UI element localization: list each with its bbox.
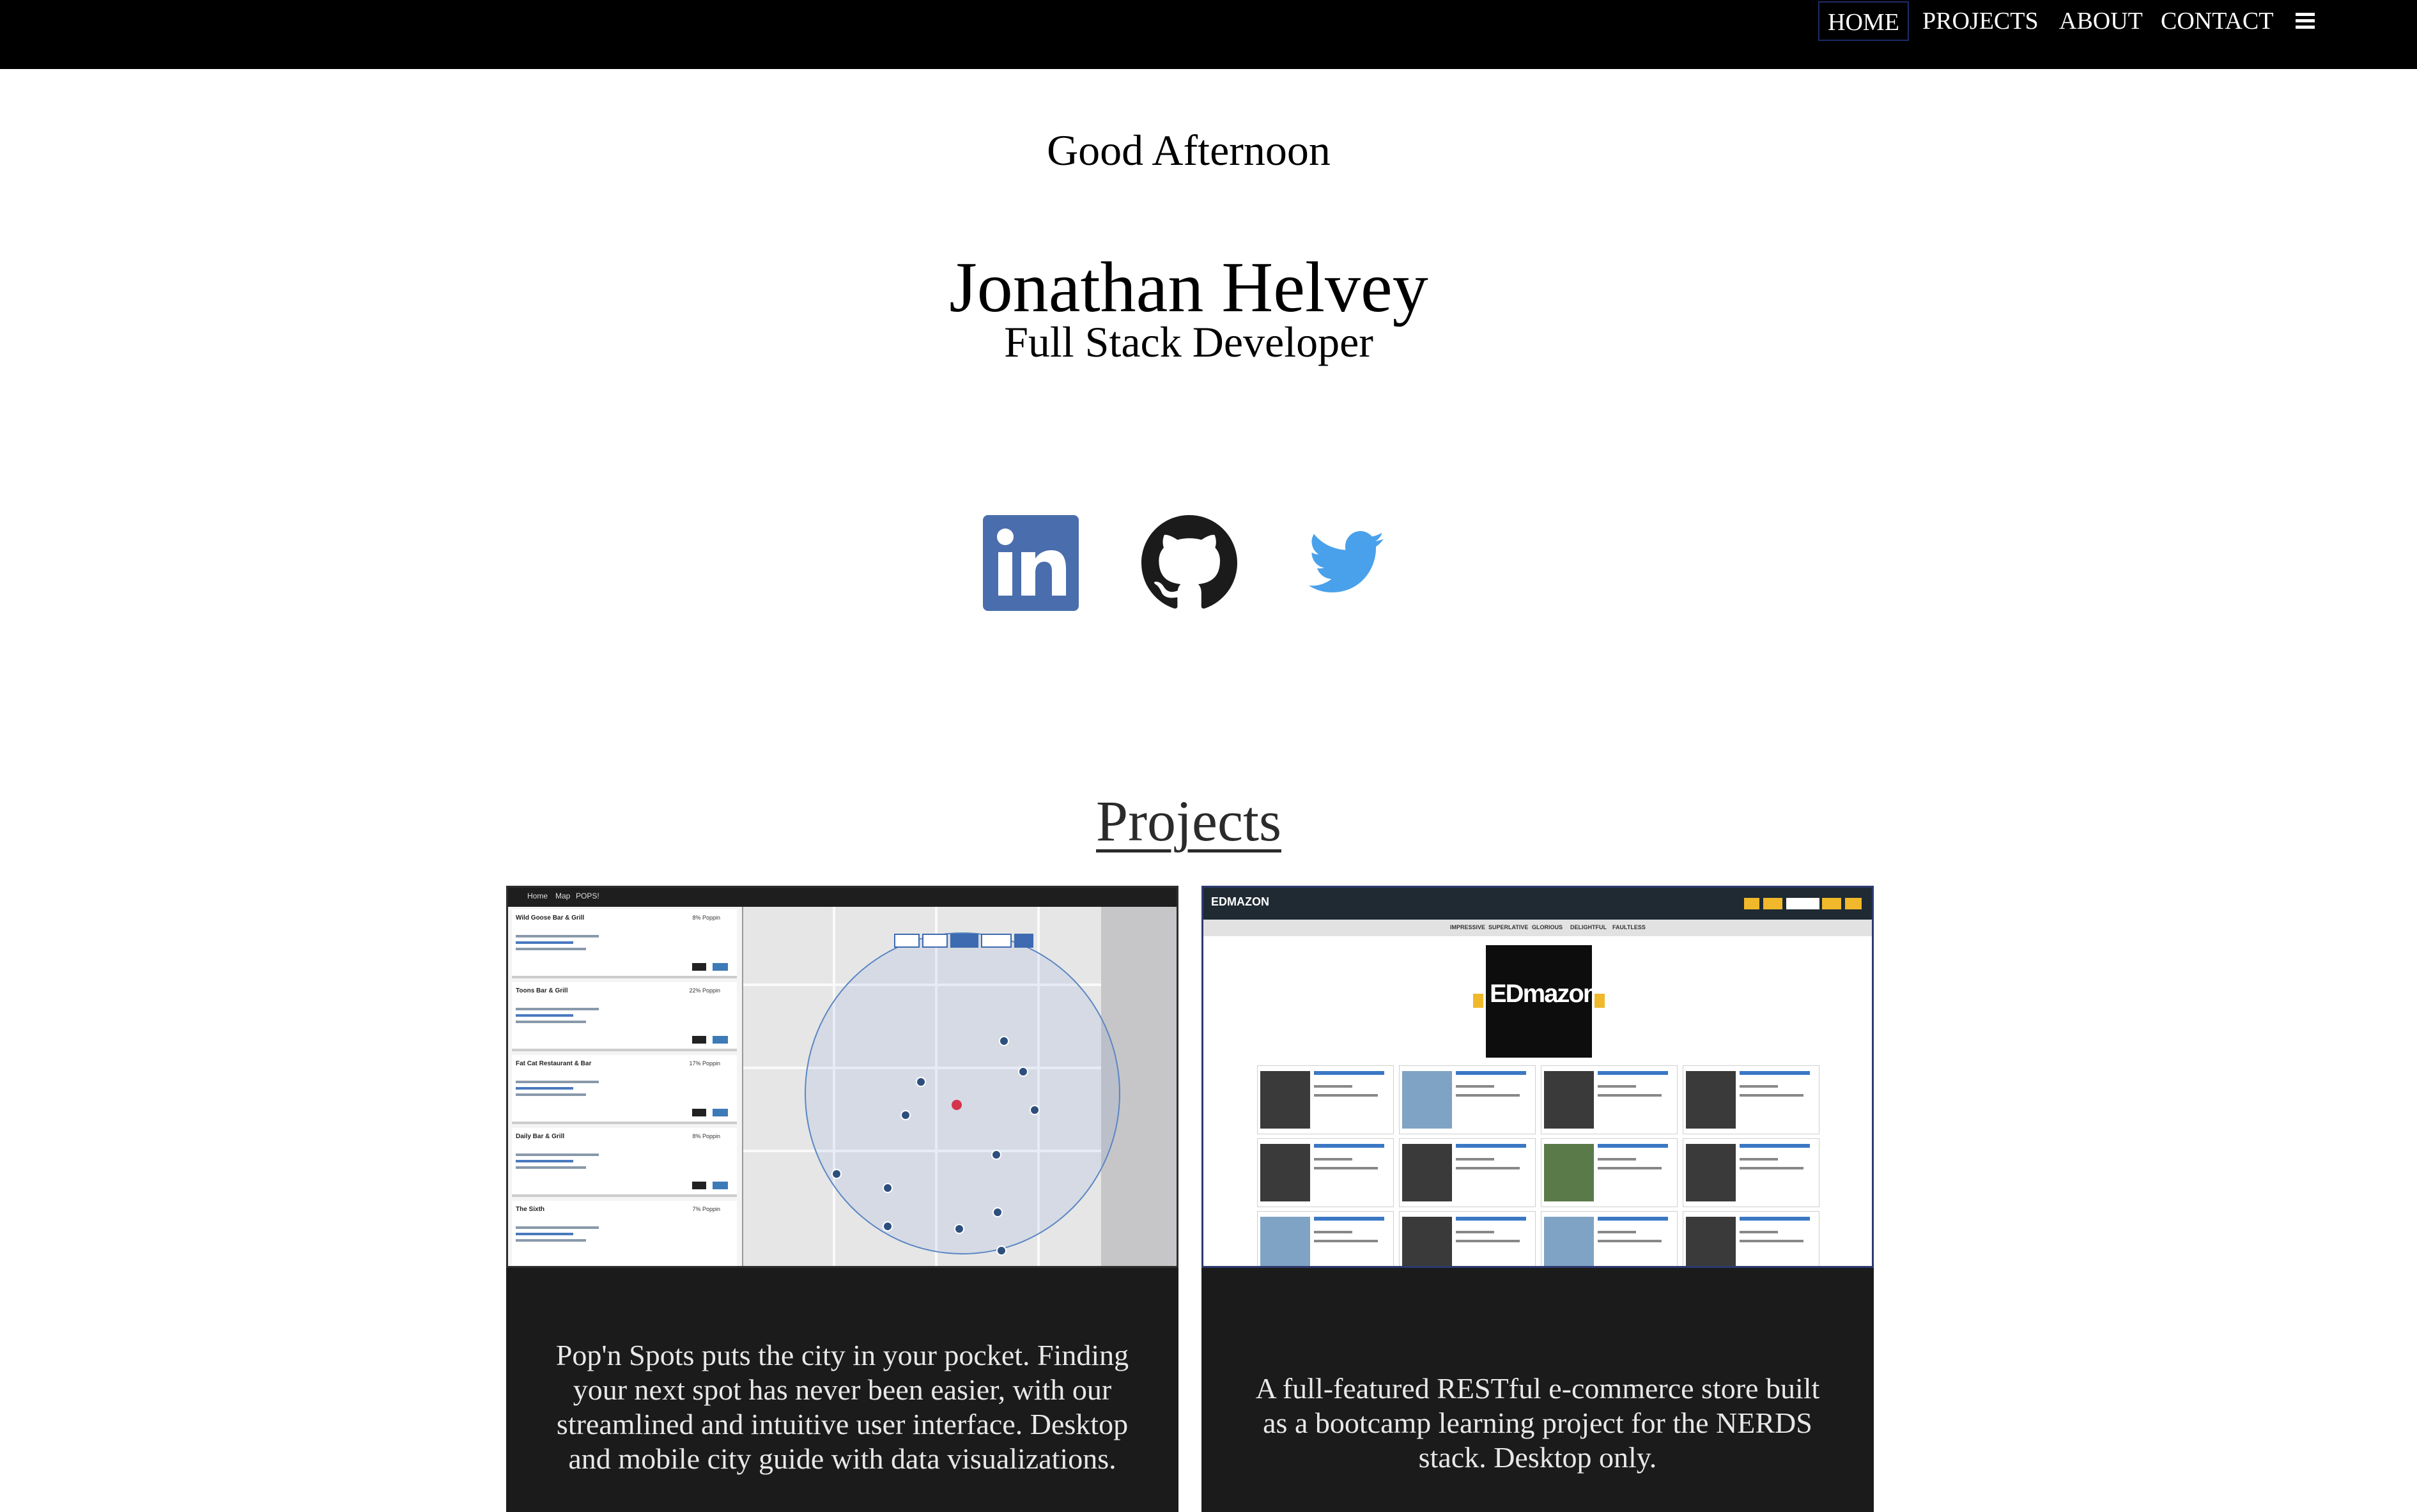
screenshot-nav-link: POPS! xyxy=(576,891,599,900)
carousel-next-icon xyxy=(1595,994,1605,1008)
screenshot-navbar: EDMAZON xyxy=(1203,888,1872,920)
linkedin-icon[interactable] xyxy=(983,515,1079,611)
venue-poppin: 22% Poppin xyxy=(689,987,720,994)
hero-name: Jonathan Helvey xyxy=(949,248,1428,327)
screenshot-logo: EDMAZON xyxy=(1211,895,1269,908)
nav-projects-link[interactable]: PROJECTS xyxy=(1922,1,2039,41)
venue-poppin: 17% Poppin xyxy=(689,1060,720,1067)
venue-poppin: 7% Poppin xyxy=(692,1206,720,1212)
venue-item: Fat Cat Restaurant & Bar 17% Poppin xyxy=(512,1055,737,1124)
venue-poppin: 8% Poppin xyxy=(692,914,720,921)
venue-item: Wild Goose Bar & Grill 8% Poppin xyxy=(512,909,737,978)
nav-home-link[interactable]: HOME xyxy=(1818,1,1909,41)
radius-circle xyxy=(805,932,1120,1254)
carousel-prev-icon xyxy=(1473,994,1483,1008)
nav-contact-link[interactable]: CONTACT xyxy=(2161,1,2273,41)
venue-name: Toons Bar & Grill xyxy=(516,987,568,994)
github-icon[interactable] xyxy=(1141,515,1237,611)
category-bar: IMPRESSIVE SUPERLATIVE GLORIOUS DELIGHTF… xyxy=(1203,920,1872,936)
linkedin-logo xyxy=(983,515,1079,611)
twitter-logo xyxy=(1308,531,1384,592)
github-logo xyxy=(1141,515,1237,609)
navbar: HOME PROJECTS ABOUT CONTACT xyxy=(0,0,2417,69)
venue-name: Daily Bar & Grill xyxy=(516,1133,565,1140)
hero-title: Full Stack Developer xyxy=(1004,318,1373,366)
category-label: SUPERLATIVE xyxy=(1488,924,1529,930)
project-card-edmazon[interactable]: EDMAZON IMPRESSIVE SUPERLATIVE GLORIOUS … xyxy=(1201,886,1874,1512)
venue-poppin: 8% Poppin xyxy=(692,1133,720,1139)
projects-heading: Projects xyxy=(1096,790,1281,853)
project-screenshot: EDMAZON IMPRESSIVE SUPERLATIVE GLORIOUS … xyxy=(1201,886,1874,1268)
greeting: Good Afternoon xyxy=(1047,126,1331,174)
venue-name: Fat Cat Restaurant & Bar xyxy=(516,1060,592,1067)
project-screenshot: Home Map POPS! Wild Goose Bar & Grill 8%… xyxy=(506,886,1178,1268)
project-card-popn-spots[interactable]: Home Map POPS! Wild Goose Bar & Grill 8%… xyxy=(506,886,1178,1512)
venue-name: Wild Goose Bar & Grill xyxy=(516,914,585,922)
venue-item: The Sixth 7% Poppin xyxy=(512,1201,737,1266)
category-label: IMPRESSIVE xyxy=(1450,924,1486,930)
project-description: A full-featured RESTful e-commerce store… xyxy=(1255,1372,1820,1474)
project-description: Pop'n Spots puts the city in your pocket… xyxy=(555,1339,1129,1475)
venue-list: Wild Goose Bar & Grill 8% Poppin Toons B… xyxy=(508,907,743,1266)
screenshot-navbar: Home Map POPS! xyxy=(508,888,1177,907)
venue-item: Toons Bar & Grill 22% Poppin xyxy=(512,982,737,1051)
venue-name: The Sixth xyxy=(516,1206,545,1213)
screenshot-nav-link: Home xyxy=(527,891,548,900)
project-description-panel: A full-featured RESTful e-commerce store… xyxy=(1201,1268,1874,1512)
screenshot-nav-link: Map xyxy=(555,891,571,900)
carousel-image: EDmazon xyxy=(1486,945,1598,1058)
carousel-text: EDmazon xyxy=(1490,980,1598,1008)
venue-item: Daily Bar & Grill 8% Poppin xyxy=(512,1128,737,1197)
project-description-panel: Pop'n Spots puts the city in your pocket… xyxy=(506,1268,1178,1512)
twitter-icon[interactable] xyxy=(1308,529,1386,597)
category-label: GLORIOUS xyxy=(1532,924,1563,930)
hamburger-icon[interactable] xyxy=(2296,13,2315,29)
category-label: DELIGHTFUL xyxy=(1570,924,1607,930)
category-label: FAULTLESS xyxy=(1612,924,1646,930)
nav-about-link[interactable]: ABOUT xyxy=(2059,1,2143,41)
city-map xyxy=(743,907,1177,1266)
